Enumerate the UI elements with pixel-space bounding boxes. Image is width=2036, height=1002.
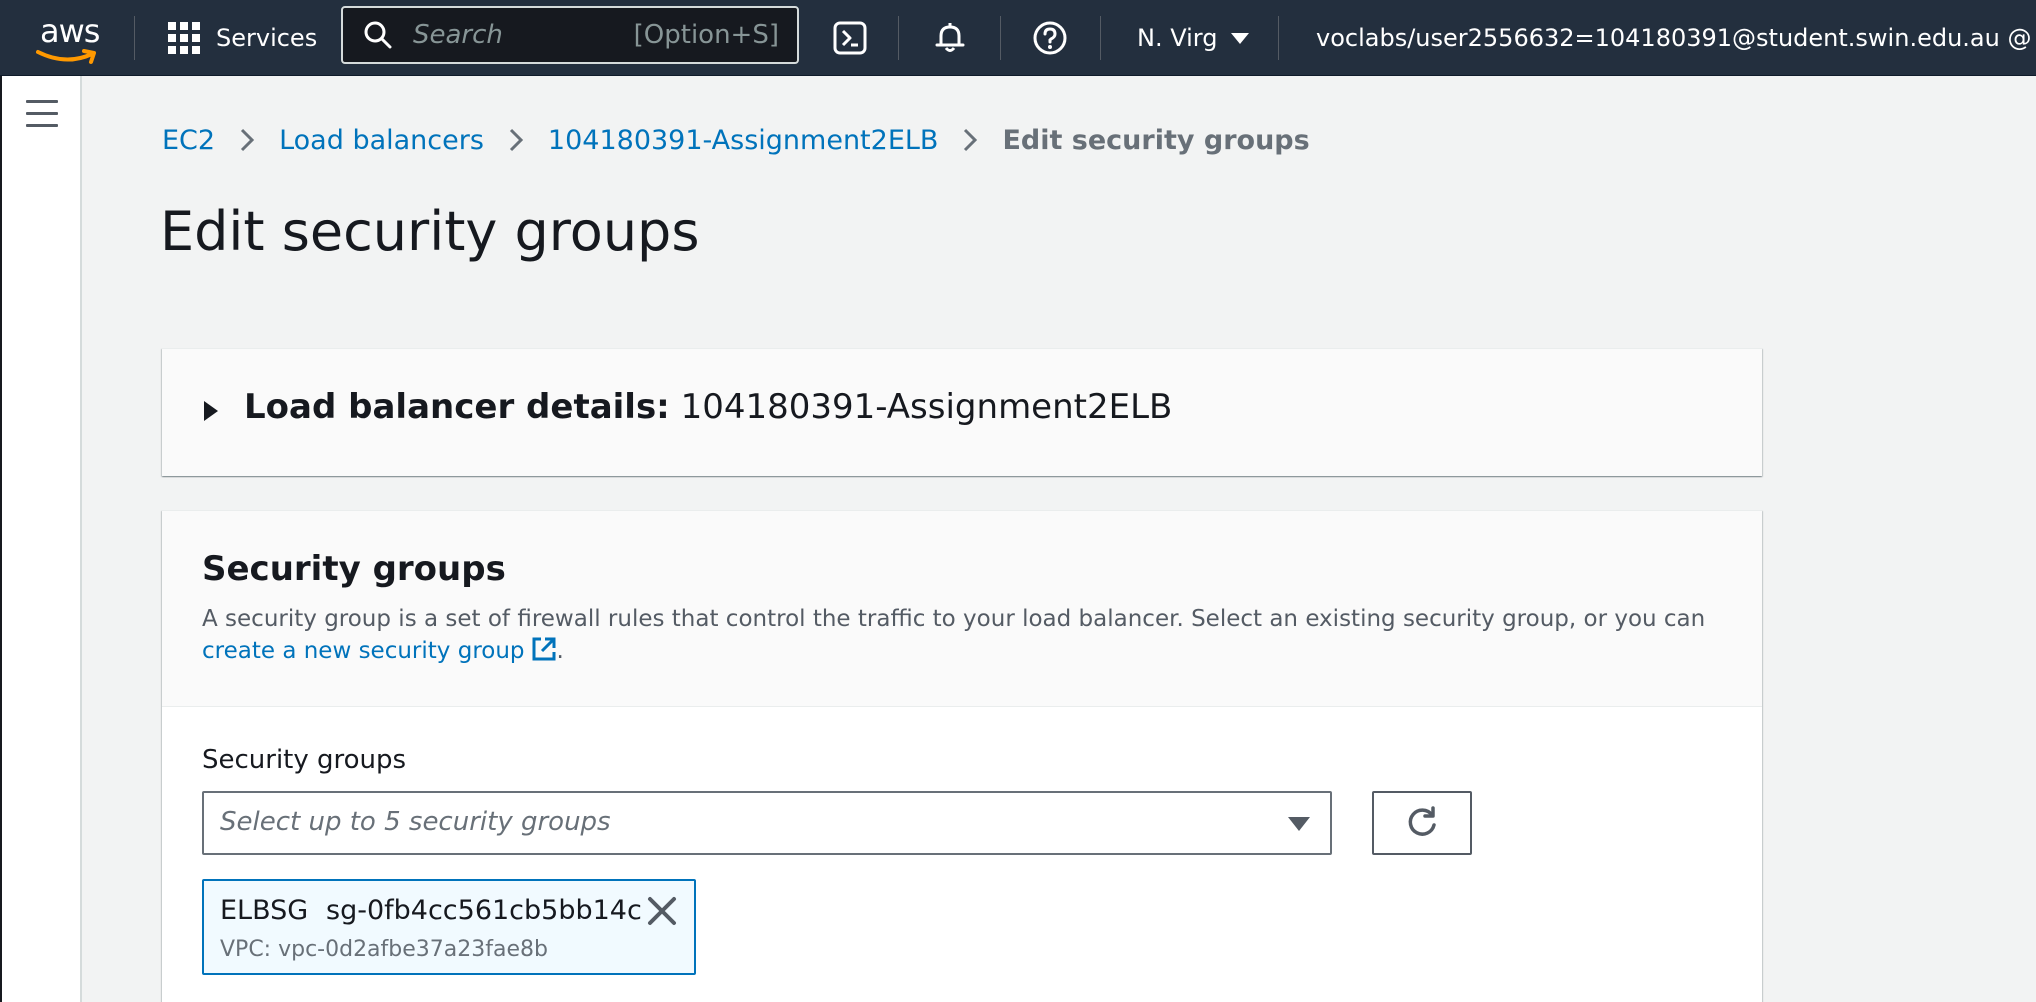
security-groups-field-label: Security groups xyxy=(202,745,407,775)
search-input[interactable]: Search [Option+S] xyxy=(341,6,799,64)
security-groups-heading: Security groups xyxy=(202,549,506,589)
aws-smile-icon xyxy=(36,49,96,64)
nav-divider xyxy=(898,16,899,60)
nav-divider xyxy=(134,16,135,60)
chevron-right-icon xyxy=(508,127,524,153)
aws-logo[interactable]: aws xyxy=(36,12,106,64)
chevron-right-icon xyxy=(962,127,978,153)
account-label: voclabs/user2556632=104180391@student.sw… xyxy=(1316,24,2032,52)
cloudshell-icon xyxy=(833,21,867,55)
menu-toggle-button[interactable] xyxy=(26,100,58,128)
security-group-vpc: VPC: vpc-0d2afbe37a23fae8b xyxy=(220,937,548,962)
security-groups-header: Security groups A security group is a se… xyxy=(162,511,1762,707)
bell-icon xyxy=(935,23,965,52)
caret-down-icon xyxy=(1231,32,1250,44)
selected-security-group-token: ELBSG sg-0fb4cc561cb5bb14c VPC: vpc-0d2a… xyxy=(202,879,696,975)
description-text: A security group is a set of firewall ru… xyxy=(202,606,1706,632)
refresh-icon xyxy=(1408,806,1436,836)
description-period: . xyxy=(556,638,564,664)
security-groups-select[interactable]: Select up to 5 security groups xyxy=(202,791,1332,855)
close-icon[interactable] xyxy=(644,893,680,929)
services-menu-button[interactable]: Services xyxy=(168,16,317,60)
security-groups-container: Security groups A security group is a se… xyxy=(162,510,1762,1002)
load-balancer-details-label: Load balancer details: xyxy=(244,387,670,427)
select-placeholder: Select up to 5 security groups xyxy=(220,807,611,837)
notifications-button[interactable] xyxy=(928,16,972,60)
region-selector[interactable]: N. Virg xyxy=(1137,16,1250,60)
search-icon xyxy=(364,21,392,49)
security-group-name: ELBSG xyxy=(220,895,309,926)
external-link-icon xyxy=(532,637,556,661)
chevron-right-icon xyxy=(239,127,255,153)
caret-right-icon xyxy=(204,401,218,421)
top-navigation: aws Services Search [Option+S] N. Virg v… xyxy=(0,0,2036,76)
services-label: Services xyxy=(216,24,318,52)
security-group-id: sg-0fb4cc561cb5bb14c xyxy=(326,895,642,926)
hamburger-icon-line xyxy=(26,100,58,103)
breadcrumb-load-balancers[interactable]: Load balancers xyxy=(279,125,484,156)
load-balancer-details-expander[interactable]: Load balancer details: 104180391-Assignm… xyxy=(162,348,1762,476)
load-balancer-details-title: Load balancer details: 104180391-Assignm… xyxy=(244,387,1172,427)
breadcrumb-current: Edit security groups xyxy=(1002,124,1310,156)
caret-down-icon xyxy=(1288,817,1310,831)
help-icon xyxy=(1033,21,1067,55)
aws-logo-text: aws xyxy=(40,12,100,50)
nav-divider xyxy=(1000,16,1001,60)
side-navigation-rail xyxy=(0,76,82,1002)
help-button[interactable] xyxy=(1028,16,1072,60)
create-link-text: create a new security group xyxy=(202,638,525,664)
cloudshell-button[interactable] xyxy=(828,16,872,60)
breadcrumb-load-balancer-name[interactable]: 104180391-Assignment2ELB xyxy=(548,125,939,156)
page-title: Edit security groups xyxy=(160,200,700,263)
nav-divider xyxy=(1278,16,1279,60)
hamburger-icon-line xyxy=(26,124,58,127)
nav-divider xyxy=(1100,16,1101,60)
region-label: N. Virg xyxy=(1137,24,1218,52)
search-shortcut: [Option+S] xyxy=(633,20,779,50)
security-groups-description: A security group is a set of firewall ru… xyxy=(202,603,1742,667)
refresh-button[interactable] xyxy=(1372,791,1472,855)
account-menu[interactable]: voclabs/user2556632=104180391@student.sw… xyxy=(1316,16,2036,60)
breadcrumb: EC2 Load balancers 104180391-Assignment2… xyxy=(162,120,1310,160)
breadcrumb-ec2[interactable]: EC2 xyxy=(162,125,215,156)
search-placeholder: Search xyxy=(413,20,503,50)
load-balancer-name: 104180391-Assignment2ELB xyxy=(680,387,1173,427)
hamburger-icon-line xyxy=(26,112,58,115)
grid-icon xyxy=(168,22,200,54)
create-security-group-link[interactable]: create a new security group xyxy=(202,637,557,664)
